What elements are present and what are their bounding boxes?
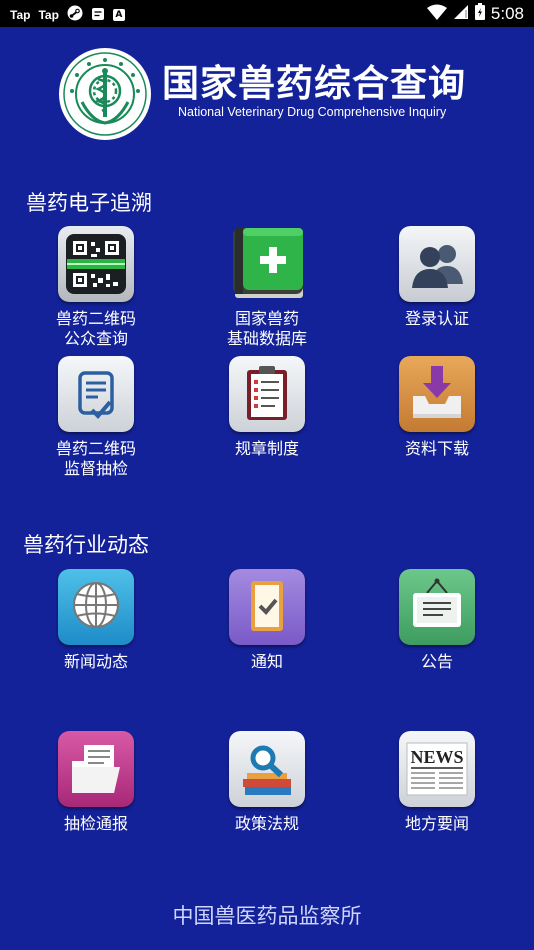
- tile-downloads[interactable]: 资料下载: [362, 356, 512, 459]
- cell-signal-icon: [453, 4, 469, 24]
- tile-label: 登录认证: [404, 309, 469, 328]
- tile-label: 兽药二维码 公众查询: [55, 309, 136, 348]
- battery-icon: [474, 3, 485, 24]
- globe-icon: [58, 569, 134, 645]
- app-title: 国家兽药综合查询: [162, 62, 466, 105]
- clipboard-list-icon: [229, 356, 305, 432]
- tile-inspection-report[interactable]: 抽检通报: [21, 731, 171, 834]
- tile-label: 新闻动态: [63, 652, 128, 671]
- users-login-icon: [399, 226, 475, 302]
- newspaper-icon: NEWS: [399, 731, 475, 807]
- tile-qr-public-query[interactable]: 兽药二维码 公众查询: [21, 226, 171, 349]
- status-bar: Tap Tap A 5:08: [0, 0, 534, 27]
- steam-icon: [67, 5, 83, 25]
- tile-policy-law[interactable]: 政策法规: [192, 731, 342, 834]
- qr-code-scan-icon: [58, 226, 134, 302]
- taptap-notification-icon: Tap: [10, 8, 31, 22]
- status-bar-notifications: Tap Tap A: [10, 5, 125, 25]
- wifi-icon: [426, 4, 447, 24]
- status-bar-system: 5:08: [426, 3, 524, 24]
- tile-announcement[interactable]: 公告: [362, 569, 512, 672]
- taptap-notification-icon-2: Tap: [38, 8, 59, 22]
- database-book-icon: [229, 226, 305, 302]
- document-check-icon: [58, 356, 134, 432]
- download-icon: [399, 356, 475, 432]
- app-a-icon: A: [112, 9, 125, 21]
- section-title-traceability: 兽药电子追溯: [26, 191, 152, 215]
- tile-label: 抽检通报: [63, 814, 128, 833]
- tile-label: 公告: [420, 652, 453, 671]
- folder-report-icon: [58, 731, 134, 807]
- tile-regulations[interactable]: 规章制度: [192, 356, 342, 459]
- footer-organization: 中国兽医药品监察所: [172, 904, 362, 928]
- message-icon: [91, 6, 105, 25]
- tile-label: 通知: [250, 652, 283, 671]
- tile-label: 地方要闻: [404, 814, 469, 833]
- tile-news[interactable]: 新闻动态: [21, 569, 171, 672]
- status-clock: 5:08: [490, 3, 524, 23]
- tile-local-news[interactable]: NEWS 地方要闻: [362, 731, 512, 834]
- app-header: 国家兽药综合查询 National Veterinary Drug Compre…: [0, 27, 534, 157]
- tile-qr-supervision[interactable]: 兽药二维码 监督抽检: [21, 356, 171, 479]
- tile-drug-database[interactable]: 国家兽药 基础数据库: [192, 226, 342, 349]
- tile-label: 规章制度: [234, 439, 299, 458]
- policy-search-icon: [229, 731, 305, 807]
- tile-login-auth[interactable]: 登录认证: [362, 226, 512, 329]
- tile-notice[interactable]: 通知: [192, 569, 342, 672]
- section-title-industry-news: 兽药行业动态: [23, 533, 149, 557]
- tile-label: 政策法规: [234, 814, 299, 833]
- notice-check-icon: [229, 569, 305, 645]
- app-subtitle: National Veterinary Drug Comprehensive I…: [178, 105, 447, 119]
- tile-label: 国家兽药 基础数据库: [226, 309, 307, 348]
- announcement-board-icon: [399, 569, 475, 645]
- institute-logo: [58, 47, 152, 141]
- newspaper-title: NEWS: [410, 747, 463, 767]
- tile-label: 兽药二维码 监督抽检: [55, 439, 136, 478]
- tile-label: 资料下载: [404, 439, 469, 458]
